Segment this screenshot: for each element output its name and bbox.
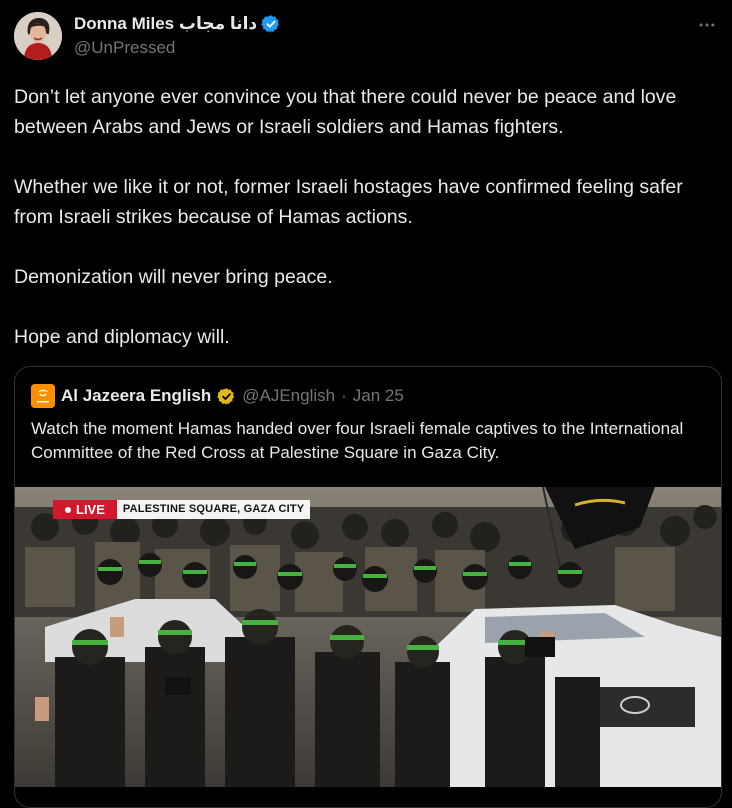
crowd-scene-image [15,487,721,787]
quoted-author-handle[interactable]: @AJEnglish [242,386,335,406]
tweet-paragraph: Hope and diplomacy will. [14,326,230,348]
live-label: LIVE [76,502,105,517]
verified-badge-icon [261,14,281,34]
quoted-separator: · [341,386,347,405]
verified-organization-badge-icon [217,387,236,406]
quoted-author-name[interactable]: Al Jazeera English [61,386,211,406]
quoted-tweet-video[interactable]: LIVE PALESTINE SQUARE, GAZA CITY [15,487,721,787]
author-display-name[interactable]: Donna Miles دانا مجاب [74,14,257,34]
tweet-paragraph: Demonization will never bring peace. [14,266,333,288]
tweet: Donna Miles دانا مجاب @UnPressed Don’t l… [0,0,732,808]
al-jazeera-logo-icon[interactable] [31,384,55,408]
more-horizontal-icon [699,23,715,27]
location-label: PALESTINE SQUARE, GAZA CITY [116,500,311,519]
author-avatar[interactable] [14,12,62,60]
quoted-tweet-date[interactable]: Jan 25 [353,386,404,406]
quoted-tweet-text: Watch the moment Hamas handed over four … [31,419,684,462]
quoted-tweet-header: Al Jazeera English @AJEnglish · Jan 25 [31,383,404,409]
author-name-row: Donna Miles دانا مجاب [74,12,281,36]
live-badge: LIVE [53,500,117,519]
live-dot-icon [65,507,71,513]
live-banner: LIVE PALESTINE SQUARE, GAZA CITY [53,500,311,519]
tweet-text: Don’t let anyone ever convince you that … [14,82,718,382]
quoted-tweet-card[interactable]: Al Jazeera English @AJEnglish · Jan 25 W… [14,366,722,808]
tweet-paragraph: Whether we like it or not, former Israel… [14,176,683,228]
more-options-button[interactable] [694,12,720,38]
author-handle[interactable]: @UnPressed [74,38,175,58]
tweet-paragraph: Don’t let anyone ever convince you that … [14,86,677,138]
